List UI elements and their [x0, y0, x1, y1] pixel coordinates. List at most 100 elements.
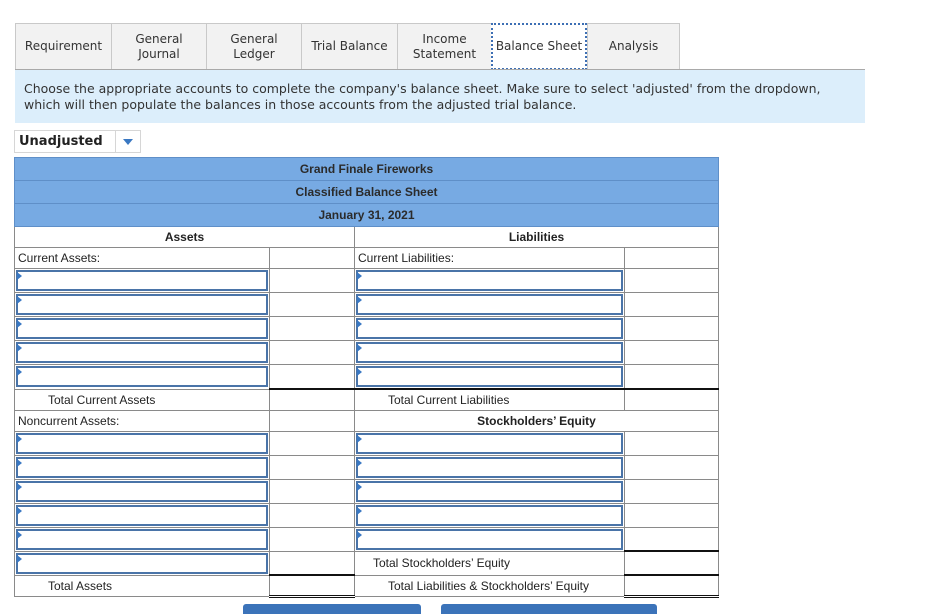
dropdown-indicator-icon: [17, 344, 22, 352]
total-current-liabilities-amount[interactable]: [624, 388, 719, 411]
dropdown-indicator-icon: [17, 434, 22, 443]
dropdown-indicator-icon: [17, 554, 22, 563]
current-liability-amount[interactable]: [624, 292, 719, 317]
current-liabilities-label: Current Liabilities:: [354, 247, 625, 269]
total-assets-label: Total Assets: [14, 574, 270, 597]
equity-account-select[interactable]: [356, 456, 623, 478]
adjusted-dropdown[interactable]: Unadjusted: [14, 130, 141, 153]
dropdown-indicator-icon: [357, 482, 362, 491]
dropdown-indicator-icon: [357, 530, 362, 539]
current-liabilities-label-amount: [624, 247, 719, 269]
noncurrent-asset-amount[interactable]: [269, 478, 355, 504]
balance-sheet-table: Grand Finale Fireworks Classified Balanc…: [14, 157, 719, 598]
dropdown-indicator-icon: [17, 506, 22, 515]
equity-amount[interactable]: [624, 478, 719, 504]
tab-analysis[interactable]: Analysis: [587, 23, 680, 70]
total-liabilities-equity-label: Total Liabilities & Stockholders’ Equity: [354, 574, 625, 597]
current-liability-amount[interactable]: [624, 268, 719, 293]
dropdown-indicator-icon: [17, 296, 22, 304]
current-asset-account-select[interactable]: [16, 342, 268, 363]
equity-amount[interactable]: [624, 454, 719, 480]
dropdown-indicator-icon: [357, 368, 362, 376]
equity-amount[interactable]: [624, 502, 719, 528]
statement-title: Classified Balance Sheet: [14, 180, 719, 204]
noncurrent-asset-account-select[interactable]: [16, 432, 268, 454]
equity-account-select[interactable]: [356, 480, 623, 502]
noncurrent-asset-account-select[interactable]: [16, 552, 268, 574]
current-asset-account-select[interactable]: [16, 366, 268, 388]
current-asset-account-select[interactable]: [16, 294, 268, 315]
current-liability-account-select[interactable]: [356, 294, 623, 315]
current-liability-account-select[interactable]: [356, 342, 623, 363]
total-liabilities-equity-amount[interactable]: [624, 574, 719, 598]
tab-income-statement[interactable]: Income Statement: [397, 23, 491, 70]
dropdown-indicator-icon: [17, 368, 22, 377]
noncurrent-asset-account-select[interactable]: [16, 480, 268, 502]
current-liability-amount[interactable]: [624, 340, 719, 365]
current-asset-amount[interactable]: [269, 316, 355, 341]
current-asset-amount[interactable]: [269, 364, 355, 390]
tab-balance-sheet[interactable]: Balance Sheet: [491, 23, 587, 70]
dropdown-indicator-icon: [17, 530, 22, 539]
dropdown-indicator-icon: [357, 344, 362, 352]
current-liability-account-select[interactable]: [356, 270, 623, 291]
current-liability-account-select[interactable]: [356, 318, 623, 339]
current-asset-account-select[interactable]: [16, 318, 268, 339]
noncurrent-asset-amount[interactable]: [269, 526, 355, 552]
stockholders-equity-header: Stockholders’ Equity: [354, 409, 719, 432]
assets-header: Assets: [14, 226, 355, 248]
total-current-assets-amount[interactable]: [269, 388, 355, 411]
liabilities-header: Liabilities: [354, 226, 719, 248]
tab-general-ledger[interactable]: General Ledger: [206, 23, 301, 70]
statement-date: January 31, 2021: [14, 203, 719, 227]
noncurrent-asset-account-select[interactable]: [16, 456, 268, 478]
equity-amount[interactable]: [624, 430, 719, 456]
dropdown-indicator-icon: [357, 272, 362, 280]
dropdown-value: Unadjusted: [19, 134, 103, 149]
equity-account-select[interactable]: [356, 432, 623, 454]
noncurrent-assets-label: Noncurrent Assets:: [14, 409, 270, 432]
instructions-text: Choose the appropriate accounts to compl…: [15, 70, 865, 123]
company-name: Grand Finale Fireworks: [14, 157, 719, 181]
current-asset-amount[interactable]: [269, 268, 355, 293]
current-asset-amount[interactable]: [269, 292, 355, 317]
noncurrent-asset-amount[interactable]: [269, 502, 355, 528]
current-liability-account-select[interactable]: [356, 366, 623, 387]
noncurrent-assets-label-amount: [269, 409, 355, 432]
noncurrent-asset-amount[interactable]: [269, 430, 355, 456]
previous-button[interactable]: [243, 604, 421, 614]
dropdown-indicator-icon: [357, 434, 362, 443]
current-assets-label: Current Assets:: [14, 247, 270, 269]
equity-account-select[interactable]: [356, 528, 623, 550]
dropdown-indicator-icon: [357, 320, 362, 328]
tab-trial-balance[interactable]: Trial Balance: [301, 23, 397, 70]
dropdown-indicator-icon: [17, 458, 22, 467]
current-assets-label-amount: [269, 247, 355, 269]
total-assets-amount[interactable]: [269, 574, 355, 598]
tab-requirement[interactable]: Requirement: [15, 23, 111, 70]
noncurrent-asset-account-select[interactable]: [16, 528, 268, 550]
dropdown-indicator-icon: [357, 458, 362, 467]
noncurrent-asset-amount[interactable]: [269, 454, 355, 480]
equity-amount[interactable]: [624, 526, 719, 552]
triangle-down-icon[interactable]: [115, 131, 140, 152]
equity-account-select[interactable]: [356, 504, 623, 526]
dropdown-indicator-icon: [357, 296, 362, 304]
current-asset-account-select[interactable]: [16, 270, 268, 291]
current-liability-amount[interactable]: [624, 364, 719, 390]
total-current-assets-label: Total Current Assets: [14, 388, 270, 411]
current-asset-amount[interactable]: [269, 340, 355, 365]
noncurrent-asset-account-select[interactable]: [16, 504, 268, 526]
total-stockholders-equity-amount[interactable]: [624, 550, 719, 576]
dropdown-indicator-icon: [357, 506, 362, 515]
tab-bar: Requirement General Journal General Ledg…: [15, 23, 680, 70]
dropdown-indicator-icon: [17, 482, 22, 491]
dropdown-indicator-icon: [17, 272, 22, 280]
tab-general-journal[interactable]: General Journal: [111, 23, 206, 70]
dropdown-indicator-icon: [17, 320, 22, 328]
noncurrent-asset-amount[interactable]: [269, 550, 355, 576]
total-current-liabilities-label: Total Current Liabilities: [354, 388, 625, 411]
total-stockholders-equity-label: Total Stockholders’ Equity: [354, 550, 625, 576]
next-button[interactable]: [441, 604, 657, 614]
current-liability-amount[interactable]: [624, 316, 719, 341]
